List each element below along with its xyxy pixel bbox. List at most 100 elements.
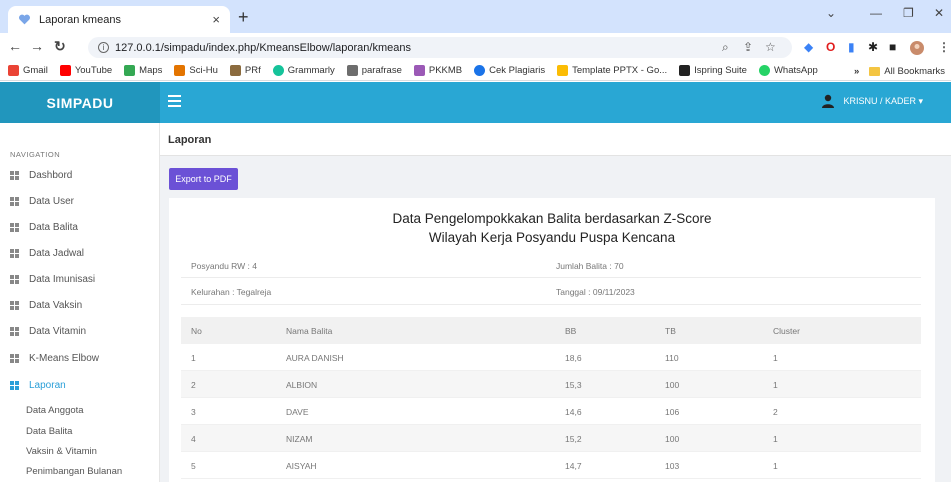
star-icon[interactable]: ☆ [765, 41, 776, 53]
pkkmb-icon [413, 65, 425, 76]
restore-icon[interactable]: ❐ [903, 6, 914, 20]
bookmark-template-pptx[interactable]: Template PPTX - Go... [557, 65, 667, 76]
report-title: Data Pengelompokkakan Balita berdasarkan… [169, 209, 935, 247]
extension-icon[interactable]: ▮ [848, 41, 855, 53]
bookmark-pkkmb[interactable]: PKKMB [413, 65, 462, 76]
page-title: Laporan [168, 134, 212, 146]
all-bookmarks-link[interactable]: All Bookmarks [884, 66, 945, 77]
sidebar-subitem-vaksin-vitamin[interactable]: Vaksin & Vitamin [26, 446, 97, 457]
col-header-no[interactable]: No [191, 317, 202, 344]
col-header-tb[interactable]: TB [665, 317, 676, 344]
tanggal-label: Tanggal : 09/11/2023 [556, 287, 635, 297]
side-panel-icon[interactable]: ■ [889, 41, 896, 53]
reload-icon[interactable]: ↻ [54, 39, 66, 53]
cell-tb: 103 [665, 460, 680, 471]
new-tab-button[interactable]: + [238, 8, 249, 26]
sidebar-item-data-vitamin[interactable]: Data Vitamin [10, 323, 86, 339]
hamburger-menu-icon[interactable] [168, 95, 181, 107]
bookmark-youtube[interactable]: YouTube [59, 65, 112, 76]
share-icon[interactable]: ⇪ [743, 41, 753, 53]
grammarly-icon [272, 65, 284, 76]
bookmark-maps[interactable]: Maps [124, 65, 162, 76]
sidebar-item-data-user[interactable]: Data User [10, 193, 74, 209]
cell-bb: 15,2 [565, 433, 582, 444]
user-menu[interactable]: KRISNU / KADER ▾ [821, 94, 923, 108]
cell-nama: DAVE [286, 406, 309, 417]
sidebar-item-data-jadwal[interactable]: Data Jadwal [10, 245, 84, 261]
folder-icon [869, 66, 881, 76]
cell-cluster: 1 [773, 433, 778, 444]
sidebar-item-dashbord[interactable]: Dashbord [10, 167, 72, 183]
browser-toolbar: ← → ↻ i 127.0.0.1/simpadu/index.php/Kmea… [0, 33, 951, 61]
browser-tab[interactable]: Laporan kmeans × [8, 6, 230, 33]
table-header: No Nama Balita BB TB Cluster [181, 317, 921, 344]
sidebar-item-label: Dashbord [29, 169, 73, 181]
sidebar-item-data-vaksin[interactable]: Data Vaksin [10, 297, 82, 313]
sidebar-item-laporan[interactable]: Laporan [10, 377, 66, 393]
minimize-icon[interactable]: — [870, 6, 882, 20]
grid-icon [10, 222, 19, 232]
cell-tb: 110 [665, 352, 679, 363]
maps-icon [124, 65, 136, 76]
tab-search-icon[interactable]: ⌄ [826, 6, 836, 20]
browser-menu-icon[interactable]: ⋮ [938, 41, 950, 53]
bookmarks-overflow-icon[interactable]: » [854, 66, 859, 77]
site-info-icon[interactable]: i [98, 42, 109, 53]
cell-bb: 14,7 [565, 460, 582, 471]
export-pdf-button[interactable]: Export to PDF [169, 168, 238, 190]
table-row: 4 NIZAM 15,2 100 1 [181, 425, 921, 452]
cell-cluster: 2 [773, 406, 778, 417]
cell-bb: 18,6 [565, 352, 582, 363]
grid-icon [10, 196, 19, 206]
grid-icon [10, 380, 19, 390]
divider [181, 277, 921, 278]
bookmark-prf[interactable]: PRf [229, 65, 261, 76]
close-window-icon[interactable]: ✕ [934, 6, 944, 20]
app-brand[interactable]: SIMPADU [0, 82, 160, 123]
report-title-line-2: Wilayah Kerja Posyandu Puspa Kencana [428, 230, 676, 245]
table-row: 1 AURA DANISH 18,6 110 1 [181, 344, 921, 371]
sidebar-subitem-data-anggota[interactable]: Data Anggota [26, 405, 84, 416]
extension-icon[interactable]: ◆ [804, 41, 813, 53]
col-header-cluster[interactable]: Cluster [773, 317, 800, 344]
bookmark-gmail[interactable]: Gmail [8, 65, 48, 76]
bookmark-scihub[interactable]: Sci-Hu [174, 65, 218, 76]
cell-no: 5 [191, 460, 196, 471]
sidebar-item-kmeans-elbow[interactable]: K-Means Elbow [10, 350, 99, 366]
col-header-bb[interactable]: BB [565, 317, 576, 344]
profile-avatar-icon[interactable] [910, 41, 924, 57]
ispring-icon [679, 65, 691, 76]
back-icon[interactable]: ← [8, 39, 22, 53]
table-row: 2 ALBION 15,3 100 1 [181, 371, 921, 398]
whatsapp-icon [758, 65, 770, 76]
bookmark-grammarly[interactable]: Grammarly [272, 65, 335, 76]
grid-icon [10, 248, 19, 258]
search-icon[interactable]: ⌕ [722, 41, 729, 53]
sidebar: NAVIGATION Dashbord Data User Data Balit… [0, 123, 160, 482]
cell-tb: 100 [665, 433, 680, 444]
tab-close-icon[interactable]: × [212, 12, 220, 27]
address-bar[interactable]: i 127.0.0.1/simpadu/index.php/KmeansElbo… [88, 37, 792, 58]
sidebar-item-label: Data Vitamin [29, 325, 87, 337]
bookmark-ispring[interactable]: Ispring Suite [679, 65, 747, 76]
opera-extension-icon[interactable]: O [826, 41, 835, 53]
cell-cluster: 1 [773, 460, 778, 471]
cell-tb: 106 [665, 406, 680, 417]
cell-nama: ALBION [286, 379, 318, 390]
page-title-bar: Laporan [160, 123, 951, 156]
table-row: 3 DAVE 14,6 106 2 [181, 398, 921, 425]
extensions-puzzle-icon[interactable]: ✱ [868, 41, 878, 53]
cell-cluster: 1 [773, 379, 778, 390]
bookmark-parafrase[interactable]: parafrase [346, 65, 402, 76]
sidebar-subitem-penimbangan-bulanan[interactable]: Penimbangan Bulanan [26, 466, 122, 477]
forward-icon[interactable]: → [30, 39, 44, 53]
bookmark-whatsapp[interactable]: WhatsApp [758, 65, 818, 76]
bookmark-cek-plagiaris[interactable]: Cek Plagiaris [474, 65, 545, 76]
cell-tb: 100 [665, 379, 680, 390]
sidebar-item-label: Data Balita [29, 221, 78, 233]
sidebar-item-data-balita[interactable]: Data Balita [10, 219, 78, 235]
col-header-nama[interactable]: Nama Balita [286, 317, 332, 344]
sidebar-item-data-imunisasi[interactable]: Data Imunisasi [10, 271, 95, 287]
sidebar-item-label: Data Imunisasi [29, 273, 96, 285]
sidebar-subitem-data-balita[interactable]: Data Balita [26, 426, 72, 437]
